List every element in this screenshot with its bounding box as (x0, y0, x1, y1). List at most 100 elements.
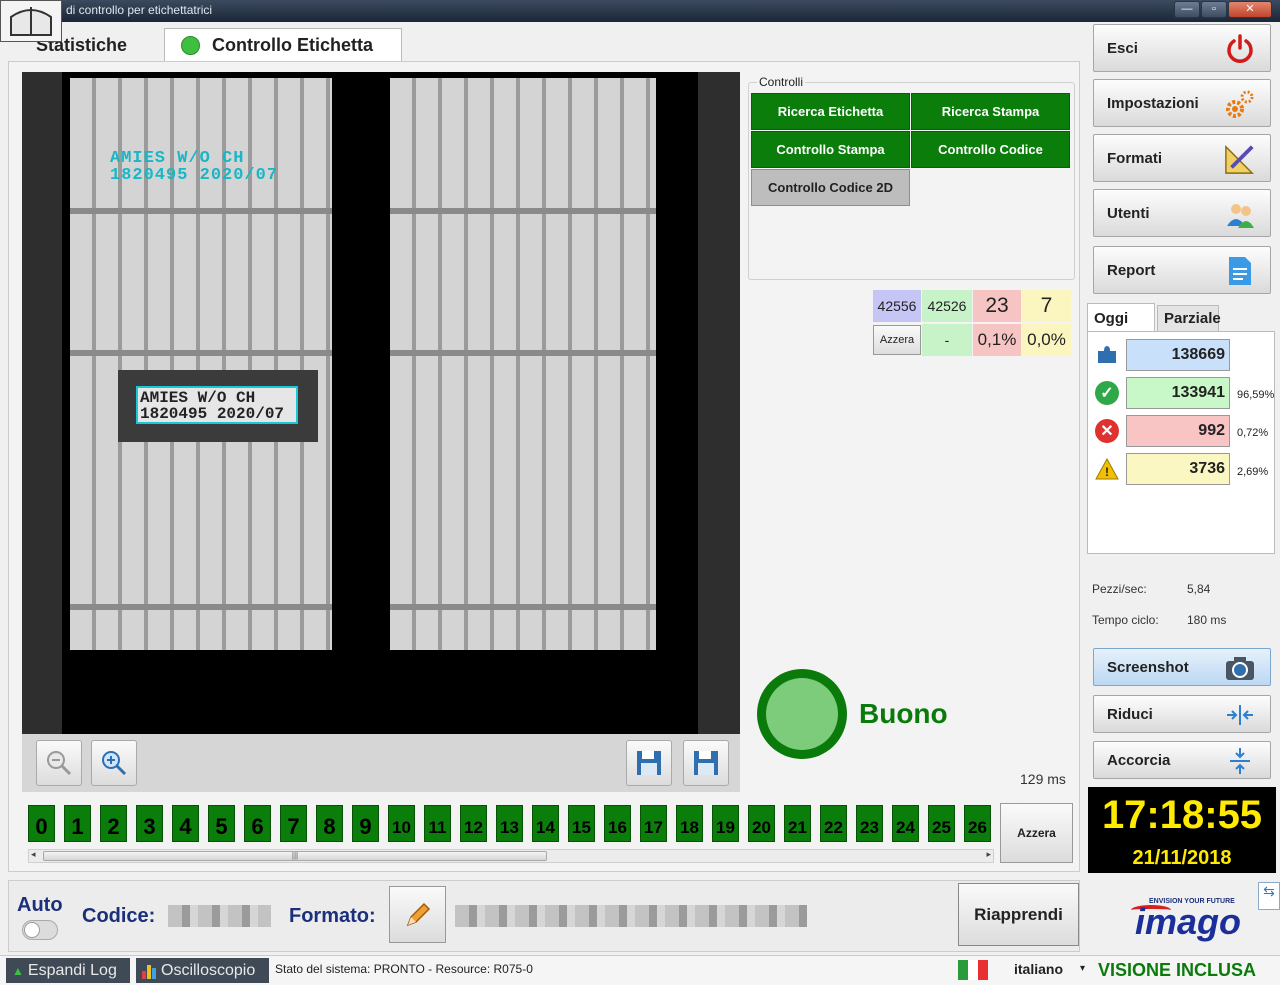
channel-button[interactable]: 3 (136, 805, 163, 842)
reset-counters-button[interactable]: Azzera (873, 325, 921, 355)
channel-button[interactable]: 13 (496, 805, 523, 842)
svg-text:!: ! (1105, 465, 1109, 479)
oscilloscope-label: Oscilloscopio (161, 961, 256, 979)
expand-log-button[interactable]: ▲ Espandi Log (6, 958, 130, 983)
result-indicator-icon (757, 669, 847, 759)
save-image-alt-button[interactable] (683, 740, 729, 786)
channel-button[interactable]: 14 (532, 805, 559, 842)
zoom-in-icon (102, 751, 127, 776)
save-image-icon (637, 751, 661, 775)
gears-icon (1224, 88, 1256, 120)
ctrl-code-check-button[interactable]: Controllo Codice (911, 131, 1070, 168)
channel-button[interactable]: 17 (640, 805, 667, 842)
reset-channels-button[interactable]: Azzera (1000, 803, 1073, 863)
scroll-left-arrow-icon[interactable]: ◂ (31, 849, 36, 860)
camera-image-viewer[interactable]: AMIES W/O CH 1820495 2020/07 AMIES W/O C… (22, 72, 740, 734)
oscilloscope-button[interactable]: Oscilloscopio (136, 958, 269, 983)
tab-today[interactable]: Oggi (1087, 303, 1155, 332)
ctrl-2d-code-check-button[interactable]: Controllo Codice 2D (751, 169, 910, 206)
clock-display: 17:18:55 21/11/2018 (1088, 787, 1276, 873)
screenshot-button[interactable]: Screenshot (1093, 648, 1271, 686)
channel-button[interactable]: 5 (208, 805, 235, 842)
relearn-button[interactable]: Riapprendi (958, 883, 1079, 946)
users-icon (1224, 198, 1256, 230)
inspection-time: 129 ms (1020, 771, 1066, 787)
ctrl-print-search-button[interactable]: Ricerca Stampa (911, 93, 1070, 130)
users-button[interactable]: Utenti (1093, 189, 1271, 237)
error-icon: ✕ (1095, 419, 1119, 443)
camera-icon (1224, 652, 1256, 684)
label-image-right (390, 78, 656, 650)
save-image-button[interactable] (626, 740, 672, 786)
bar-chart-icon (142, 963, 156, 979)
formats-button[interactable]: Formati (1093, 134, 1271, 182)
viewer-side-strip (698, 72, 740, 734)
zoom-out-button[interactable] (36, 740, 82, 786)
channel-button[interactable]: 15 (568, 805, 595, 842)
channel-button[interactable]: 2 (100, 805, 127, 842)
clock-time: 17:18:55 (1101, 793, 1263, 837)
shorten-button-label: Accorcia (1107, 751, 1171, 769)
channel-button[interactable]: 1 (64, 805, 91, 842)
channel-button[interactable]: 16 (604, 805, 631, 842)
counter-total: 42556 (873, 290, 921, 322)
scroll-right-arrow-icon[interactable]: ▸ (986, 849, 991, 860)
document-icon (1224, 255, 1256, 287)
ctrl-label-search-button[interactable]: Ricerca Etichetta (751, 93, 910, 130)
minimize-button[interactable]: — (1174, 1, 1200, 18)
channel-button[interactable]: 9 (352, 805, 379, 842)
channel-button[interactable]: 26 (964, 805, 991, 842)
channel-button[interactable]: 22 (820, 805, 847, 842)
imago-logo: imago ENVISION YOUR FUTURE (1131, 895, 1241, 943)
report-button[interactable]: Report (1093, 246, 1271, 294)
channel-button[interactable]: 10 (388, 805, 415, 842)
channel-button[interactable]: 19 (712, 805, 739, 842)
scrollbar-thumb[interactable]: ||| (43, 851, 547, 861)
counter-bad: 23 (973, 290, 1021, 322)
code-label: Codice: (82, 905, 156, 927)
shorten-button[interactable]: Accorcia (1093, 741, 1271, 779)
counter-warn-pct: 0,0% (1022, 324, 1071, 356)
channel-button[interactable]: 20 (748, 805, 775, 842)
channel-button[interactable]: 21 (784, 805, 811, 842)
counter-warn: 7 (1022, 290, 1071, 322)
ocr-result-overlay: AMIES W/O CH 1820495 2020/07 (118, 370, 318, 442)
channel-button[interactable]: 0 (28, 805, 55, 842)
channel-button[interactable]: 8 (316, 805, 343, 842)
tab-label-control[interactable]: Controllo Etichetta (164, 28, 402, 62)
exit-button[interactable]: Esci (1093, 24, 1271, 72)
format-value-redacted (455, 905, 807, 927)
channel-scrollbar[interactable]: ◂ ||| ▸ (28, 849, 994, 863)
channel-button[interactable]: 24 (892, 805, 919, 842)
channel-button[interactable]: 25 (928, 805, 955, 842)
channel-button[interactable]: 12 (460, 805, 487, 842)
channel-button[interactable]: 11 (424, 805, 451, 842)
ocr-line: 1820495 2020/07 (140, 405, 285, 423)
channel-button[interactable]: 6 (244, 805, 271, 842)
report-button-label: Report (1107, 261, 1156, 279)
window-controls: — ▫ ✕ (1173, 1, 1272, 18)
ctrl-print-check-button[interactable]: Controllo Stampa (751, 131, 910, 168)
italian-flag-icon (958, 960, 988, 980)
tab-partial[interactable]: Parziale (1157, 305, 1221, 332)
channel-button[interactable]: 23 (856, 805, 883, 842)
auto-toggle[interactable] (22, 920, 58, 940)
ocr-line: AMIES W/O CH (140, 389, 256, 407)
channel-button[interactable]: 7 (280, 805, 307, 842)
maximize-button[interactable]: ▫ (1201, 1, 1227, 18)
chevron-down-icon[interactable]: ▾ (1080, 963, 1085, 974)
clock-date: 21/11/2018 (1132, 847, 1232, 869)
channel-button[interactable]: 18 (676, 805, 703, 842)
remote-support-icon[interactable]: ⇆ (1258, 882, 1280, 910)
settings-button[interactable]: Impostazioni (1093, 79, 1271, 127)
formats-button-label: Formati (1107, 149, 1163, 167)
channel-row: 0 1 2 3 4 5 6 7 8 9 10 11 12 13 14 15 16 17 18 19 20 21 22 23 24… (28, 805, 1000, 842)
stat-warn: 3736 (1126, 453, 1230, 485)
channel-button[interactable]: 4 (172, 805, 199, 842)
format-label: Formato: (289, 905, 376, 927)
language-select[interactable]: italiano (1014, 961, 1063, 977)
zoom-in-button[interactable] (91, 740, 137, 786)
close-button[interactable]: ✕ (1228, 1, 1272, 18)
shrink-button[interactable]: Riduci (1093, 695, 1271, 733)
edit-format-button[interactable] (389, 886, 446, 943)
